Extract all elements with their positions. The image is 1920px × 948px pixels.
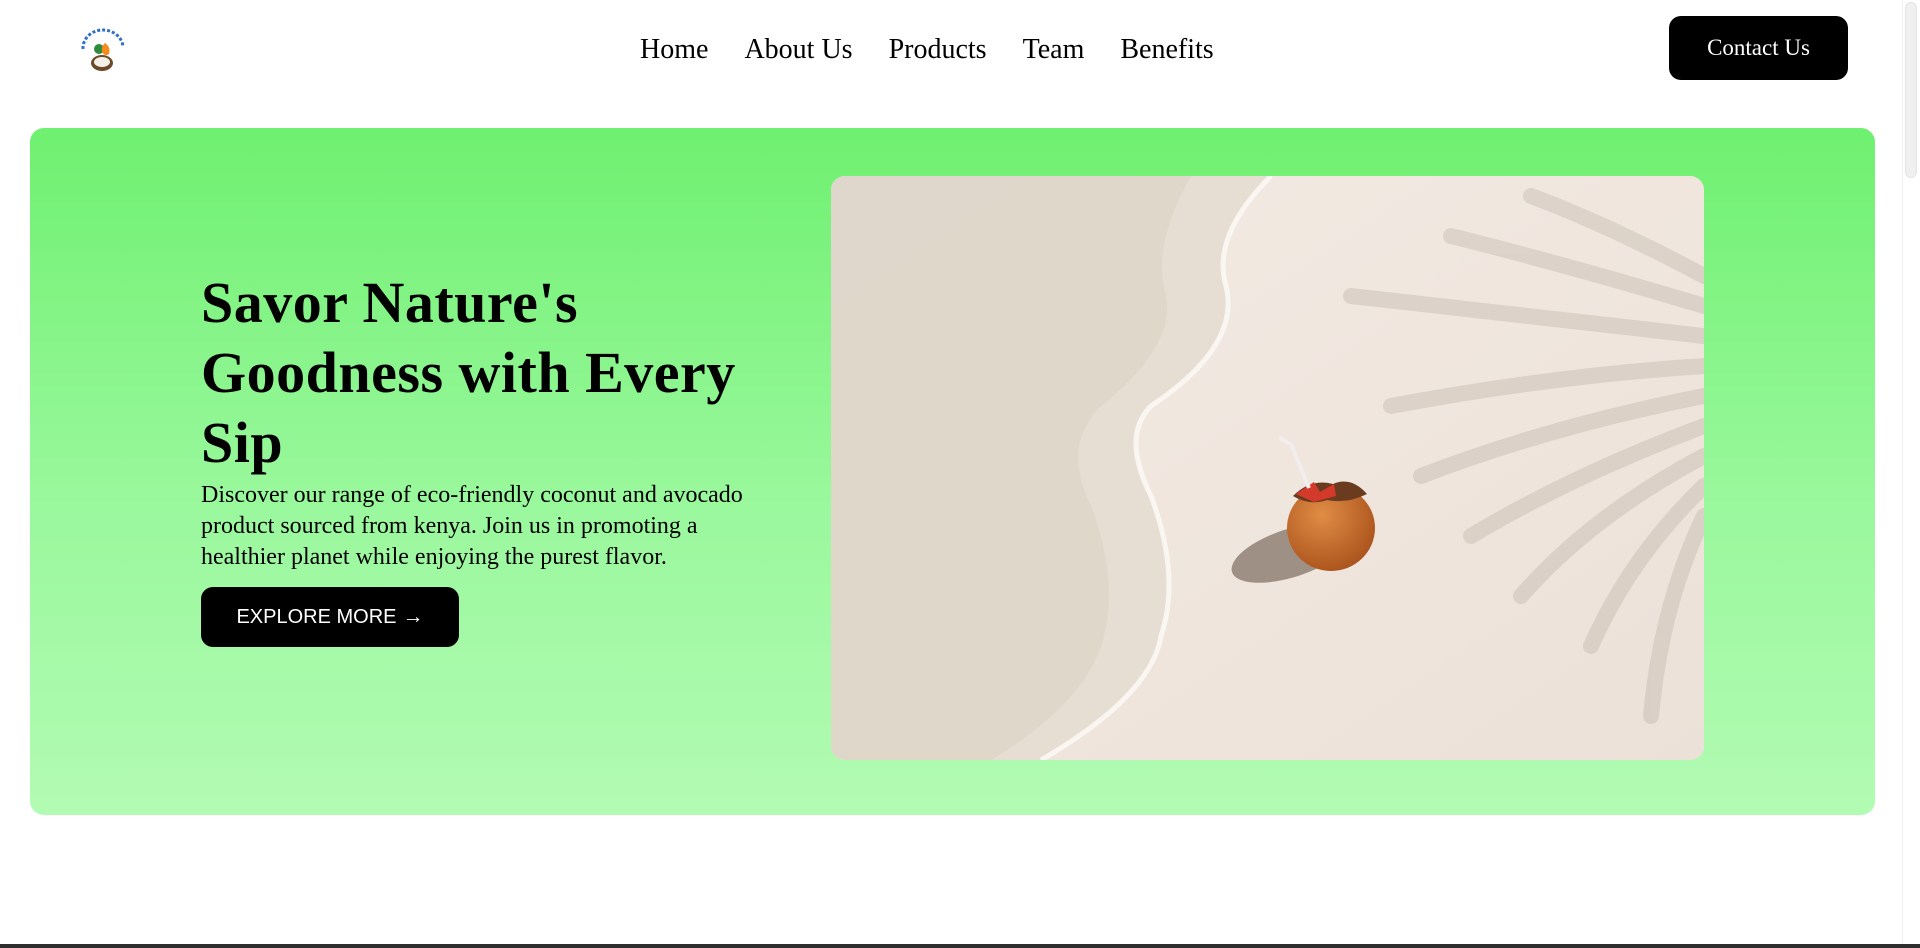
nav-link-about-us[interactable]: About Us: [744, 30, 852, 70]
hero-title: Savor Nature's Goodness with Every Sip: [201, 270, 736, 475]
top-navigation: Home About Us Products Team Benefits Con…: [0, 0, 1902, 100]
nav-link-home[interactable]: Home: [640, 30, 708, 70]
hero-image: [831, 176, 1704, 760]
logo[interactable]: [75, 27, 131, 77]
hero-text: Savor Nature's Goodness with Every Sip D…: [201, 268, 801, 647]
contact-us-button[interactable]: Contact Us: [1669, 16, 1848, 80]
nav-link-products[interactable]: Products: [889, 30, 987, 70]
arrow-right-icon: →: [402, 605, 424, 628]
coconut-on-beach-photo: [831, 176, 1704, 760]
scrollbar-thumb[interactable]: [1905, 2, 1917, 178]
explore-more-label: EXPLORE MORE: [236, 605, 397, 628]
nav-link-benefits[interactable]: Benefits: [1120, 30, 1213, 70]
window-bottom-edge: [0, 944, 1920, 948]
nav-link-team[interactable]: Team: [1023, 30, 1085, 70]
coconut-avocado-logo-icon: [81, 28, 125, 71]
hero-section: Savor Nature's Goodness with Every Sip D…: [30, 128, 1875, 815]
page: Home About Us Products Team Benefits Con…: [0, 0, 1902, 944]
main-menu: Home About Us Products Team Benefits: [640, 30, 1214, 70]
page-scrollbar[interactable]: [1902, 0, 1920, 944]
explore-more-button[interactable]: EXPLORE MORE →: [201, 587, 459, 647]
hero-description: Discover our range of eco-friendly cocon…: [201, 482, 743, 570]
